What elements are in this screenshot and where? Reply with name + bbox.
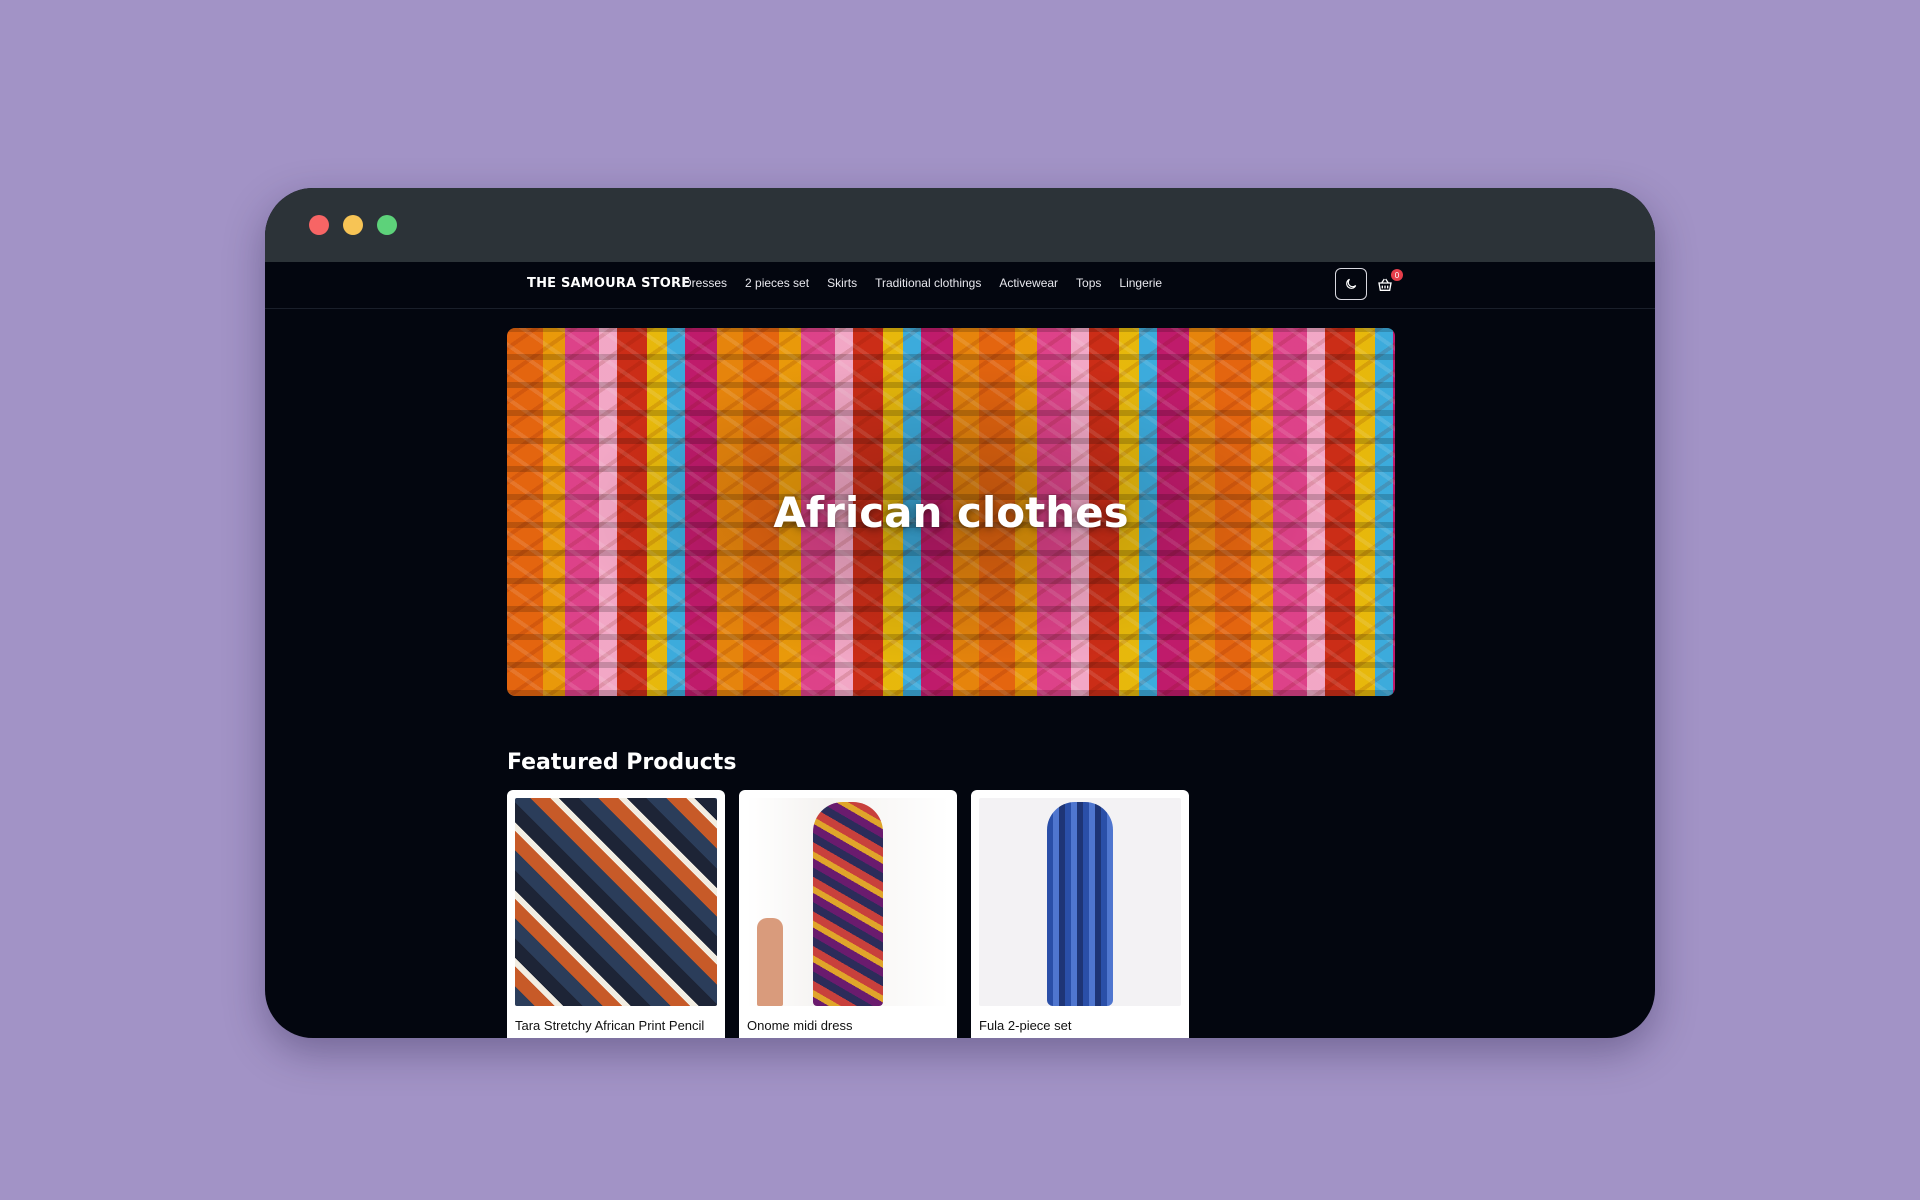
browser-window: THE SAMOURA STORE Dresses 2 pieces set S… (265, 188, 1655, 1038)
window-titlebar (265, 188, 1655, 262)
hero-title: African clothes (773, 488, 1129, 537)
theme-toggle-button[interactable] (1335, 268, 1367, 300)
nav-link-2-pieces-set[interactable]: 2 pieces set (745, 276, 809, 290)
cart-button[interactable]: 0 (1377, 269, 1403, 296)
product-image[interactable] (747, 798, 949, 1006)
nav-link-skirts[interactable]: Skirts (827, 276, 857, 290)
product-image[interactable] (515, 798, 717, 1006)
featured-products-title: Featured Products (507, 750, 737, 775)
maximize-window-button[interactable] (377, 215, 397, 235)
moon-icon (1346, 278, 1357, 289)
store-brand[interactable]: THE SAMOURA STORE (527, 276, 690, 291)
product-name[interactable]: Tara Stretchy African Print Pencil (515, 1018, 717, 1033)
product-name[interactable]: Fula 2-piece set (979, 1018, 1181, 1033)
nav-link-traditional-clothings[interactable]: Traditional clothings (875, 276, 981, 290)
product-list: Tara Stretchy African Print Pencil Onome… (507, 790, 1189, 1038)
product-photo-vase (757, 918, 783, 1006)
product-photo-model (813, 802, 883, 1006)
nav-link-tops[interactable]: Tops (1076, 276, 1101, 290)
minimize-window-button[interactable] (343, 215, 363, 235)
site-navbar: THE SAMOURA STORE Dresses 2 pieces set S… (265, 262, 1655, 309)
product-card[interactable]: Onome midi dress (739, 790, 957, 1038)
basket-icon (1378, 278, 1392, 291)
nav-link-activewear[interactable]: Activewear (999, 276, 1058, 290)
product-card[interactable]: Tara Stretchy African Print Pencil (507, 790, 725, 1038)
hero-banner: African clothes (507, 328, 1395, 696)
nav-link-dresses[interactable]: Dresses (683, 276, 727, 290)
nav-link-lingerie[interactable]: Lingerie (1119, 276, 1162, 290)
close-window-button[interactable] (309, 215, 329, 235)
product-name[interactable]: Onome midi dress (747, 1018, 949, 1033)
category-nav: Dresses 2 pieces set Skirts Traditional … (683, 276, 1162, 290)
product-photo-model (1047, 802, 1113, 1006)
product-card[interactable]: Fula 2-piece set (971, 790, 1189, 1038)
product-image[interactable] (979, 798, 1181, 1006)
cart-count-badge: 0 (1391, 269, 1403, 281)
